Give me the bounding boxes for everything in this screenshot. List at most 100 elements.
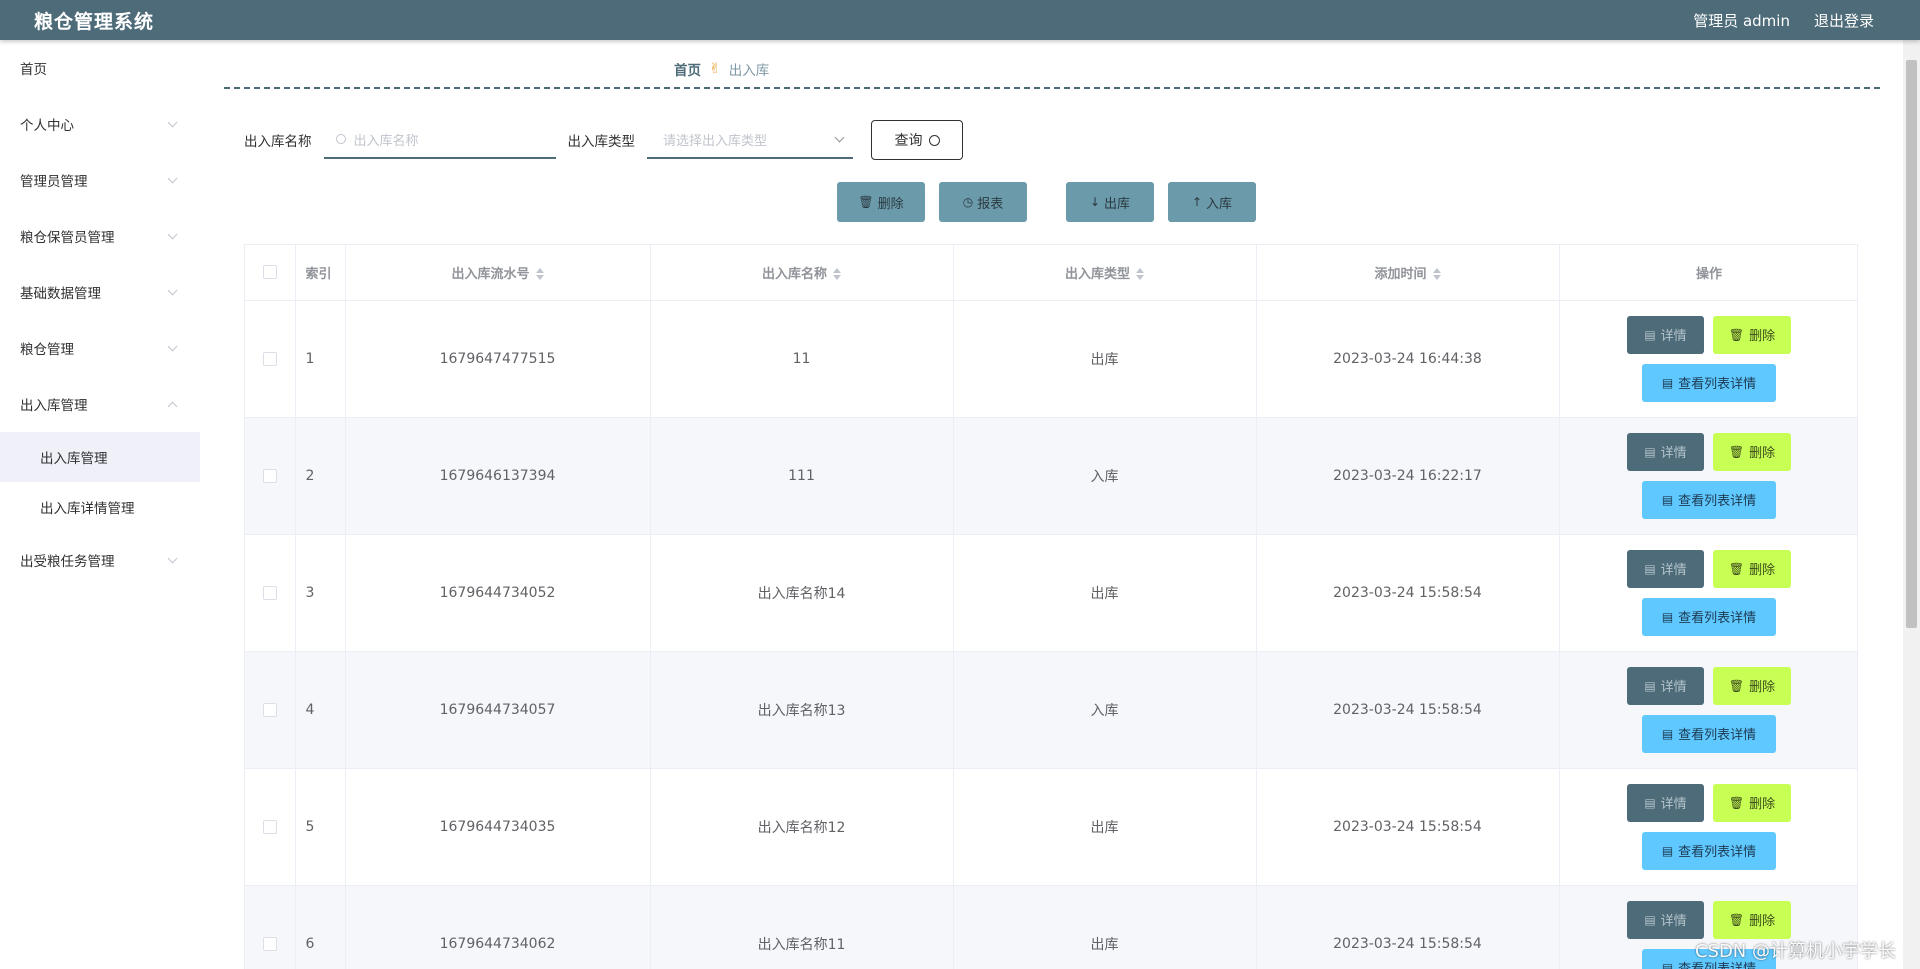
detail-button[interactable]: ▤ 详情 xyxy=(1627,900,1704,939)
search-form: 出入库名称 出入库名称 出入库类型 请选择出入库类型 查询 xyxy=(244,120,963,160)
cell-time: 2023-03-24 15:58:54 xyxy=(1256,768,1560,886)
sidebar-item-grain-task[interactable]: 出受粮任务管理 xyxy=(0,532,200,588)
document-icon: ▤ xyxy=(1644,912,1656,927)
cell-index: 5 xyxy=(295,768,346,886)
watermark-text: CSDN @计算机小宇学长 xyxy=(1694,941,1896,962)
column-header-actions: 操作 xyxy=(1559,245,1857,301)
sort-icon[interactable] xyxy=(833,268,841,281)
column-header-serial[interactable]: 出入库流水号 xyxy=(345,245,651,301)
detail-button[interactable]: ▤ 详情 xyxy=(1627,549,1704,588)
delete-button[interactable]: 🗑 删除 xyxy=(1713,666,1791,705)
chevron-down-icon xyxy=(167,285,178,295)
data-table: 索引 出入库流水号 出入库名称 出入库类型 添加时间 操作 1 16796474… xyxy=(244,244,1858,969)
sort-icon[interactable] xyxy=(535,268,544,281)
column-header-type[interactable]: 出入库类型 xyxy=(953,245,1257,301)
report-button[interactable]: ◷ 报表 xyxy=(939,182,1027,222)
delete-button[interactable]: 🗑 删除 xyxy=(1713,900,1791,939)
list-detail-label: 查看列表详情 xyxy=(1678,845,1757,860)
cell-type: 出库 xyxy=(953,300,1257,418)
query-button[interactable]: 查询 xyxy=(871,120,963,160)
name-placeholder: 出入库名称 xyxy=(353,133,419,149)
vertical-scrollbar[interactable] xyxy=(1903,40,1920,969)
sidebar-item-keeper-management[interactable]: 粮仓保管员管理 xyxy=(0,208,200,264)
scrollbar-thumb[interactable] xyxy=(1906,60,1917,628)
sort-icon[interactable] xyxy=(1136,268,1144,281)
detail-button[interactable]: ▤ 详情 xyxy=(1627,783,1704,822)
cell-name: 出入库名称13 xyxy=(650,651,954,769)
sort-icon[interactable] xyxy=(1432,268,1441,281)
detail-label: 详情 xyxy=(1660,914,1687,929)
document-icon: ▤ xyxy=(1661,843,1674,858)
cell-time: 2023-03-24 16:44:38 xyxy=(1256,300,1560,418)
logout-link[interactable]: 退出登录 xyxy=(1814,10,1874,31)
row-checkbox[interactable] xyxy=(262,819,277,834)
sidebar-menu: 首页 个人中心 管理员管理 粮仓保管员管理 基础数据管理 粮仓管理 出入库管理 … xyxy=(0,40,200,969)
name-search-input[interactable]: 出入库名称 xyxy=(323,121,556,159)
trash-icon: 🗑 xyxy=(1728,678,1745,693)
delete-button[interactable]: 🗑 删除 xyxy=(1713,549,1791,588)
detail-button[interactable]: ▤ 详情 xyxy=(1627,432,1704,471)
list-detail-button[interactable]: ▤ 查看列表详情 xyxy=(1642,480,1776,519)
breadcrumb: 首页 ✌ 出入库 xyxy=(674,59,769,79)
column-header-time[interactable]: 添加时间 xyxy=(1256,245,1560,301)
type-select[interactable]: 请选择出入库类型 xyxy=(647,121,853,159)
cell-serial: 1679644734057 xyxy=(345,651,651,769)
sidebar-subitem-inout-detail[interactable]: 出入库详情管理 xyxy=(0,482,200,532)
table-row: 1 1679647477515 11 出库 2023-03-24 16:44:3… xyxy=(245,300,1857,418)
detail-label: 详情 xyxy=(1660,563,1687,578)
breadcrumb-home[interactable]: 首页 xyxy=(674,59,701,79)
column-header-index: 索引 xyxy=(295,245,346,301)
sidebar-item-home[interactable]: 首页 xyxy=(0,40,200,96)
row-checkbox[interactable] xyxy=(262,351,277,366)
document-icon: ▤ xyxy=(1661,492,1674,507)
delete-button[interactable]: 🗑 删除 xyxy=(1713,315,1791,354)
delete-label: 删除 xyxy=(1749,914,1776,929)
inbound-button[interactable]: ↑ 入库 xyxy=(1168,182,1256,222)
cell-actions: ▤ 详情 🗑 删除 ▤ 查看列表详情 xyxy=(1559,651,1857,769)
header-right: 管理员 admin 退出登录 xyxy=(1669,10,1874,31)
name-label: 出入库名称 xyxy=(244,134,312,150)
document-icon: ▤ xyxy=(1644,678,1656,693)
row-checkbox[interactable] xyxy=(262,468,277,483)
cell-time: 2023-03-24 16:22:17 xyxy=(1256,417,1560,535)
list-detail-button[interactable]: ▤ 查看列表详情 xyxy=(1642,714,1776,753)
search-icon xyxy=(928,134,940,146)
cell-name: 出入库名称11 xyxy=(650,885,954,969)
row-checkbox[interactable] xyxy=(262,936,277,951)
outbound-button[interactable]: ↓ 出库 xyxy=(1066,182,1154,222)
batch-delete-button[interactable]: 🗑 删除 xyxy=(837,182,925,222)
list-detail-button[interactable]: ▤ 查看列表详情 xyxy=(1642,597,1776,636)
sidebar-item-inout-management[interactable]: 出入库管理 xyxy=(0,376,200,432)
row-checkbox[interactable] xyxy=(262,585,277,600)
query-label: 查询 xyxy=(894,133,923,149)
delete-label: 删除 xyxy=(1749,563,1776,578)
column-header-name[interactable]: 出入库名称 xyxy=(650,245,954,301)
cell-type: 出库 xyxy=(953,768,1257,886)
cell-serial: 1679647477515 xyxy=(345,300,651,418)
sidebar-item-granary-management[interactable]: 粮仓管理 xyxy=(0,320,200,376)
current-user: 管理员 admin xyxy=(1693,11,1790,30)
list-detail-button[interactable]: ▤ 查看列表详情 xyxy=(1642,831,1776,870)
cell-type: 出库 xyxy=(953,885,1257,969)
document-icon: ▤ xyxy=(1644,444,1656,459)
delete-button[interactable]: 🗑 删除 xyxy=(1713,783,1791,822)
list-detail-label: 查看列表详情 xyxy=(1678,611,1757,626)
delete-button[interactable]: 🗑 删除 xyxy=(1713,432,1791,471)
row-checkbox[interactable] xyxy=(262,702,277,717)
document-icon: ▤ xyxy=(1661,726,1674,741)
trash-icon: 🗑 xyxy=(858,195,874,209)
list-detail-button[interactable]: ▤ 查看列表详情 xyxy=(1642,363,1776,402)
sidebar-subitem-inout[interactable]: 出入库管理 xyxy=(0,432,200,482)
cell-serial: 1679646137394 xyxy=(345,417,651,535)
sidebar-item-base-data[interactable]: 基础数据管理 xyxy=(0,264,200,320)
type-placeholder: 请选择出入库类型 xyxy=(663,133,768,149)
cell-serial: 1679644734062 xyxy=(345,885,651,969)
row-checkbox-cell xyxy=(245,534,296,652)
cell-name: 11 xyxy=(650,300,954,418)
select-all-checkbox[interactable] xyxy=(262,265,277,280)
detail-button[interactable]: ▤ 详情 xyxy=(1627,315,1704,354)
sidebar-item-personal-center[interactable]: 个人中心 xyxy=(0,96,200,152)
table-row: 2 1679646137394 111 入库 2023-03-24 16:22:… xyxy=(245,417,1857,535)
detail-button[interactable]: ▤ 详情 xyxy=(1627,666,1704,705)
sidebar-item-admin-management[interactable]: 管理员管理 xyxy=(0,152,200,208)
